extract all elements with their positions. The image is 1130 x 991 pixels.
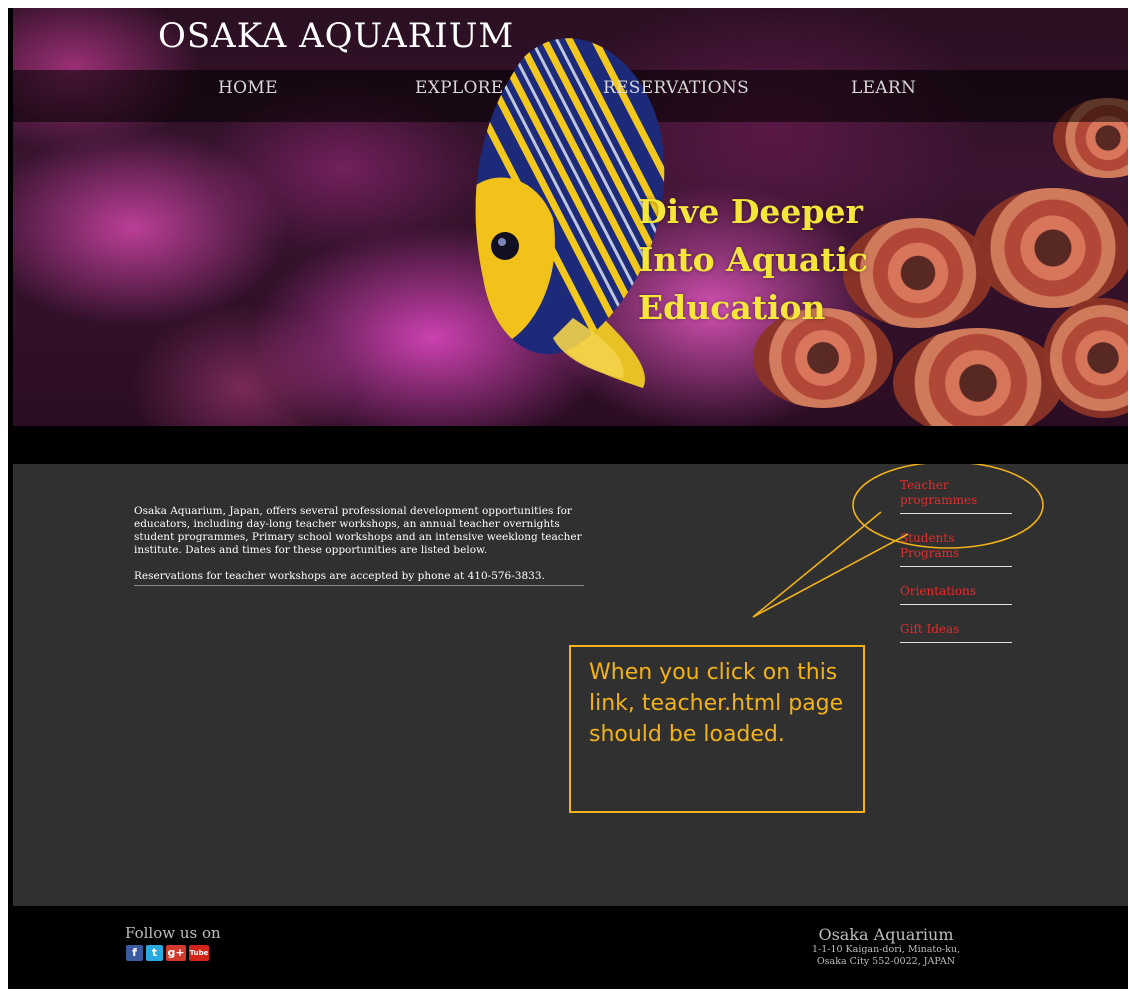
- footer: Follow us on f t g+ Tube Osaka Aquarium …: [8, 906, 1128, 989]
- address-line: Osaka City 552-0022, JAPAN: [816, 956, 956, 967]
- hero-tagline-line: Into Aquatic: [638, 240, 869, 279]
- content-area: Osaka Aquarium, Japan, offers several pr…: [13, 464, 1128, 906]
- address-block: Osaka Aquarium 1-1-10 Kaigan-dori, Minat…: [768, 925, 1004, 968]
- hero-tagline-line: Dive Deeper: [638, 192, 863, 231]
- address-name: Osaka Aquarium: [818, 925, 954, 944]
- nav-learn[interactable]: LEARN: [851, 78, 916, 98]
- follow-label: Follow us on: [125, 924, 221, 942]
- site-title[interactable]: OSAKA AQUARIUM: [158, 16, 514, 56]
- coral-decoration: [973, 188, 1128, 308]
- google-plus-icon[interactable]: g+: [166, 945, 186, 961]
- nav-home[interactable]: HOME: [218, 78, 278, 98]
- callout-note: When you click on this link, teacher.htm…: [569, 645, 865, 813]
- youtube-icon[interactable]: Tube: [189, 945, 209, 961]
- page-frame: OSAKA AQUARIUM HOME EXPLORE RESERVATIONS…: [8, 8, 1128, 989]
- social-icons: f t g+ Tube: [126, 945, 209, 961]
- main-nav: HOME EXPLORE RESERVATIONS LEARN: [13, 74, 1128, 114]
- facebook-icon[interactable]: f: [126, 945, 143, 961]
- nav-reservations[interactable]: RESERVATIONS: [603, 78, 749, 98]
- hero-tagline: Dive Deeper Into Aquatic Education: [638, 188, 898, 332]
- hero-tagline-line: Education: [638, 288, 826, 327]
- hero-banner: OSAKA AQUARIUM HOME EXPLORE RESERVATIONS…: [13, 8, 1128, 426]
- address-line: 1-1-10 Kaigan-dori, Minato-ku,: [811, 944, 961, 955]
- coral-decoration: [893, 328, 1063, 426]
- twitter-icon[interactable]: t: [146, 945, 163, 961]
- nav-explore[interactable]: EXPLORE: [415, 78, 504, 98]
